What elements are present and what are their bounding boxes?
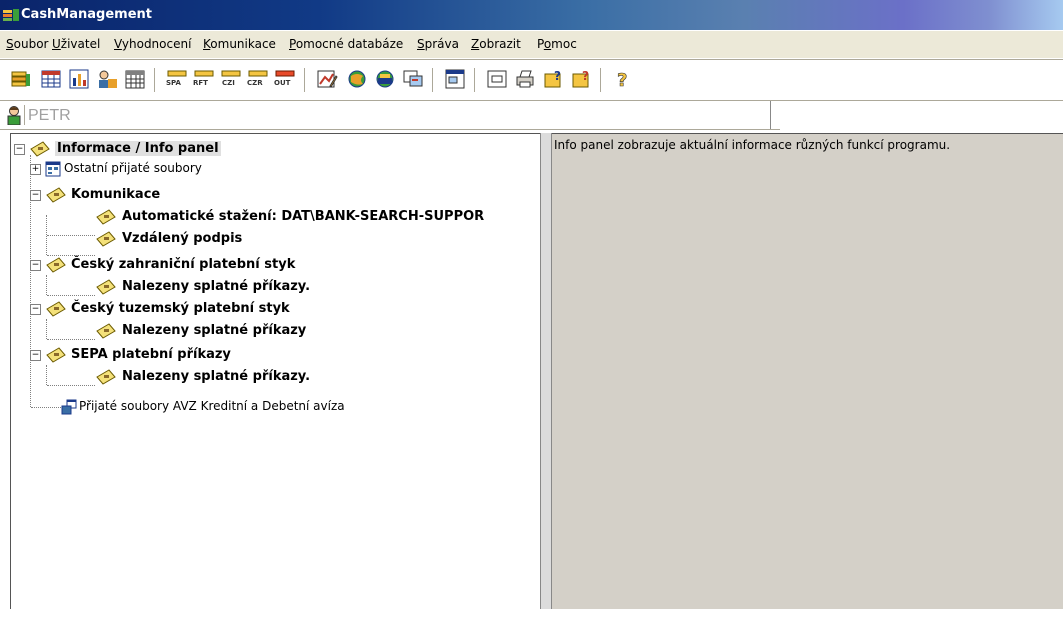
tree-label: Automatické stažení: DAT\BANK-SEARCH-SUP… [122, 209, 485, 224]
toolbar-divider [154, 68, 158, 92]
menu-zobrazit[interactable]: Zobrazit [471, 37, 521, 51]
expand-icon[interactable]: + [30, 164, 41, 175]
toolbar-rft-button[interactable]: RFT [193, 68, 215, 90]
collapse-icon[interactable]: − [30, 190, 41, 201]
tree-label: Vzdálený podpis [122, 231, 243, 246]
edit-chart-icon[interactable] [316, 68, 338, 90]
help-book-icon[interactable]: ? [542, 68, 564, 90]
tree-line [47, 295, 95, 296]
transfer-icon[interactable] [402, 68, 424, 90]
chart-icon[interactable] [68, 68, 90, 90]
network-files-icon [61, 399, 77, 415]
toolbar-czi-button[interactable]: CZI [220, 68, 242, 90]
tree-label: Nalezeny splatné příkazy [122, 323, 307, 338]
tree-line [46, 319, 47, 339]
menu-uzivatel[interactable]: Uživatel [52, 37, 100, 51]
tree-label: Český zahraniční platební styk [71, 257, 296, 272]
userbar-separator [0, 129, 780, 130]
tree-label: Komunikace [71, 187, 161, 202]
menu-bar: Soubor Uživatel Vyhodnocení Komunikace P… [0, 31, 1063, 58]
folder-ticket-icon [96, 369, 116, 385]
tree-node-automaticke-stazeni[interactable]: Automatické stažení: DAT\BANK-SEARCH-SUP… [11, 207, 541, 227]
tree-line [46, 365, 47, 385]
tree-label: Informace / Info panel [55, 141, 221, 156]
tree-label: Nalezeny splatné příkazy. [122, 279, 311, 294]
toolbar-divider [304, 68, 308, 92]
help-topics-icon[interactable]: ? [570, 68, 592, 90]
menu-komunikace[interactable]: Komunikace [203, 37, 276, 51]
pane-splitter[interactable] [540, 133, 552, 609]
tree-line [47, 235, 95, 236]
folder-ticket-icon [30, 141, 50, 157]
menu-soubor[interactable]: Soubor [6, 37, 48, 51]
user-bar-edge [770, 101, 781, 129]
info-tree[interactable]: − Informace / Info panel + Ostatní přija… [10, 133, 541, 610]
collapse-icon[interactable]: − [30, 350, 41, 361]
user-bar: PETR [0, 101, 780, 129]
tree-line [47, 385, 95, 386]
user-name: PETR [28, 107, 71, 124]
window-title: CashManagement [21, 7, 152, 22]
menu-pomocne-databaze[interactable]: Pomocné databáze [289, 37, 403, 51]
folder-ticket-icon [46, 347, 66, 363]
window-icon[interactable] [444, 68, 466, 90]
out-label: OUT [274, 79, 291, 87]
svg-text:?: ? [582, 69, 589, 83]
folder-ticket-icon [46, 301, 66, 317]
czi-label: CZI [222, 79, 235, 87]
folder-ticket-icon [46, 257, 66, 273]
print-icon[interactable] [514, 68, 536, 90]
toolbar-czr-button[interactable]: CZR [247, 68, 269, 90]
folder-ticket-icon [96, 209, 116, 225]
tree-label: Český tuzemský platební styk [71, 301, 290, 316]
folder-ticket-icon [46, 187, 66, 203]
user-icon [7, 106, 21, 125]
tree-label: Ostatní přijaté soubory [64, 161, 202, 175]
rft-label: RFT [193, 79, 208, 87]
spa-label: SPA [166, 79, 181, 87]
tree-line [47, 339, 95, 340]
toolbar-divider [432, 68, 436, 92]
users-icon[interactable] [96, 68, 118, 90]
toolbar: SPA RFT CZI CZR OUT ? ? ? [0, 60, 1063, 100]
folder-ticket-icon [96, 279, 116, 295]
menu-sprava[interactable]: Správa [417, 37, 459, 51]
menu-vyhodnoceni[interactable]: Vyhodnocení [114, 37, 191, 51]
calendar-icon[interactable] [124, 68, 146, 90]
grid-icon[interactable] [40, 68, 62, 90]
app-icon [3, 9, 19, 21]
globe-icon[interactable] [346, 68, 368, 90]
tree-label: Přijaté soubory AVZ Kreditní a Debetní a… [79, 399, 345, 413]
folder-ticket-icon [96, 231, 116, 247]
question-icon[interactable]: ? [612, 68, 634, 90]
collapse-icon[interactable]: − [30, 260, 41, 271]
title-bar: CashManagement [0, 0, 1063, 30]
tree-label: Nalezeny splatné příkazy. [122, 369, 311, 384]
toolbar-divider [600, 68, 604, 92]
collapse-icon[interactable]: − [14, 144, 25, 155]
collapse-icon[interactable]: − [30, 304, 41, 315]
tree-label: SEPA platební příkazy [71, 347, 231, 362]
tree-line [46, 275, 47, 295]
form-icon[interactable] [486, 68, 508, 90]
folder-ticket-icon [96, 323, 116, 339]
info-text: Info panel zobrazuje aktuální informace … [554, 138, 951, 152]
toolbar-spa-button[interactable]: SPA [166, 68, 188, 90]
tree-line [31, 407, 61, 408]
toolbar-divider [474, 68, 478, 92]
svg-text:?: ? [617, 70, 627, 90]
info-panel: Info panel zobrazuje aktuální informace … [552, 133, 1063, 610]
stack-icon[interactable] [10, 68, 32, 90]
network-globe-icon[interactable] [374, 68, 396, 90]
files-icon [45, 161, 61, 177]
user-divider [24, 105, 25, 125]
menu-pomoc[interactable]: Pomoc [537, 37, 577, 51]
svg-text:?: ? [554, 69, 561, 83]
bottom-strip [0, 609, 1063, 617]
czr-label: CZR [247, 79, 263, 87]
toolbar-out-button[interactable]: OUT [274, 68, 296, 90]
